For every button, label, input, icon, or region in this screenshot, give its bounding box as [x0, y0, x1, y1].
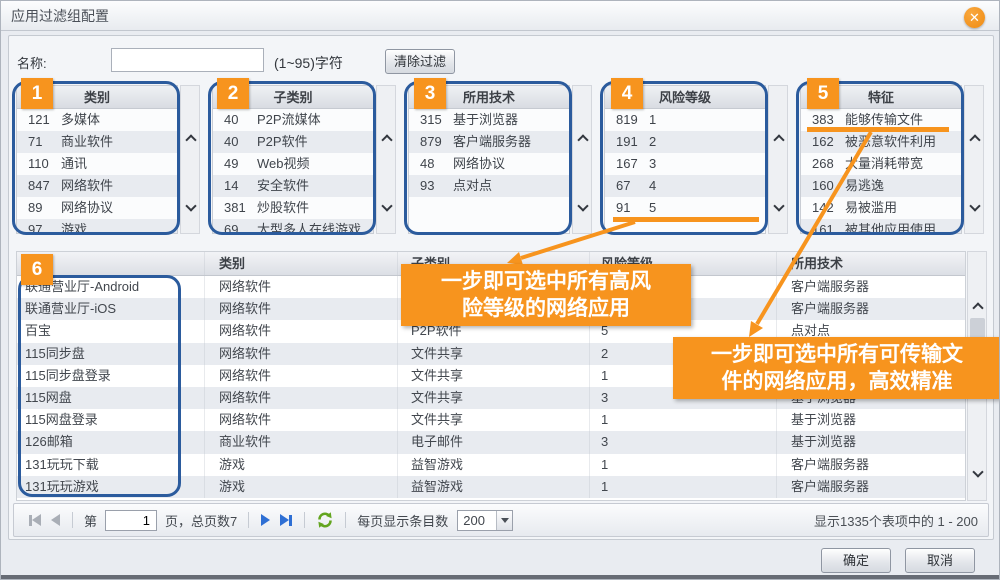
divider	[72, 512, 73, 528]
col-header-category[interactable]: 类别	[205, 252, 398, 275]
scroll-up-icon[interactable]	[381, 134, 392, 145]
list-item[interactable]: 1673	[605, 153, 765, 175]
scroll-down-icon[interactable]	[972, 466, 983, 477]
list-item[interactable]: 162被恶意软件利用	[801, 131, 961, 153]
refresh-icon	[316, 511, 334, 529]
list-item[interactable]: 847网络软件	[17, 175, 177, 197]
prev-page-button[interactable]	[51, 514, 60, 526]
list-item[interactable]: 110通讯	[17, 153, 177, 175]
cancel-button[interactable]: 取消	[905, 548, 975, 573]
list-item[interactable]: 315基于浏览器	[409, 109, 569, 131]
chevron-down-icon	[501, 518, 509, 523]
list-item[interactable]: 160易逃逸	[801, 175, 961, 197]
step-badge-5: 5	[807, 78, 839, 109]
list-item[interactable]: 381炒股软件	[213, 197, 373, 219]
col-header-technology[interactable]: 所用技术	[777, 252, 965, 275]
dropdown-button[interactable]	[496, 511, 512, 530]
name-label: 名称:	[17, 53, 47, 72]
divider	[248, 512, 249, 528]
prev-page-icon	[51, 514, 60, 526]
callout-feature-tip: 一步即可选中所有可传输文 件的网络应用，高效精准	[673, 337, 1000, 399]
callout-line: 一步即可选中所有高风	[403, 268, 689, 295]
list-item[interactable]: 48网络协议	[409, 153, 569, 175]
list-item[interactable]: 161被其他应用使用	[801, 219, 961, 234]
scroll-up-icon[interactable]	[972, 302, 983, 313]
list-item[interactable]: 383能够传输文件	[801, 109, 961, 131]
list-item[interactable]: 49Web视频	[213, 153, 373, 175]
window-bottom-edge	[1, 575, 999, 579]
list-item[interactable]: 142易被滥用	[801, 197, 961, 219]
list-item[interactable]: 268大量消耗带宽	[801, 153, 961, 175]
scroll-up-icon[interactable]	[969, 134, 980, 145]
name-input[interactable]	[111, 48, 264, 72]
next-page-button[interactable]	[261, 514, 270, 526]
page-label-suffix: 页，总页数7	[165, 511, 237, 530]
scroll-down-icon[interactable]	[969, 200, 980, 211]
list-item[interactable]: 40P2P流媒体	[213, 109, 373, 131]
next-page-icon	[261, 514, 270, 526]
risk-level-scrollbar[interactable]	[768, 85, 788, 234]
divider	[345, 512, 346, 528]
name-hint: (1~95)字符	[274, 53, 343, 73]
refresh-button[interactable]	[316, 511, 334, 529]
per-page-value: 200	[458, 513, 496, 528]
last-page-icon	[280, 514, 289, 526]
callout-line: 件的网络应用，高效精准	[675, 368, 999, 395]
pagination-bar: 第 页，总页数7 每页显示条目数 200 显示1335个表项中的 1 - 200	[13, 503, 989, 537]
callout-risk-tip: 一步即可选中所有高风 险等级的网络应用	[401, 264, 691, 326]
list-item[interactable]: 93点对点	[409, 175, 569, 197]
list-item[interactable]: 71商业软件	[17, 131, 177, 153]
divider	[304, 512, 305, 528]
list-item[interactable]: 14安全软件	[213, 175, 373, 197]
table-row[interactable]: 131玩玩游戏游戏益智游戏1客户端服务器	[17, 476, 965, 498]
dialog-title: 应用过滤组配置	[11, 1, 109, 31]
table-row[interactable]: 115网盘登录网络软件文件共享1基于浏览器	[17, 409, 965, 431]
step-badge-6: 6	[21, 254, 53, 285]
list-item[interactable]: 40P2P软件	[213, 131, 373, 153]
step-badge-3: 3	[414, 78, 446, 109]
close-icon: ✕	[969, 10, 980, 25]
list-item[interactable]: 879客户端服务器	[409, 131, 569, 153]
scroll-down-icon[interactable]	[773, 200, 784, 211]
scroll-down-icon[interactable]	[381, 200, 392, 211]
list-item[interactable]: 674	[605, 175, 765, 197]
page-label-prefix: 第	[84, 511, 97, 530]
table-row[interactable]: 126邮箱商业软件电子邮件3基于浏览器	[17, 431, 965, 453]
range-status-text: 显示1335个表项中的 1 - 200	[814, 511, 978, 530]
list-item[interactable]: 89网络协议	[17, 197, 177, 219]
scroll-down-icon[interactable]	[577, 200, 588, 211]
category-scrollbar[interactable]	[180, 85, 200, 234]
per-page-select[interactable]: 200	[457, 510, 513, 531]
step-badge-1: 1	[21, 78, 53, 109]
list-item[interactable]: 121多媒体	[17, 109, 177, 131]
step-badge-4: 4	[611, 78, 643, 109]
page-input[interactable]	[105, 510, 157, 531]
technology-scrollbar[interactable]	[572, 85, 592, 234]
clear-filter-button[interactable]: 清除过滤	[385, 49, 455, 74]
callout-line: 一步即可选中所有可传输文	[675, 341, 999, 368]
last-page-button[interactable]	[280, 514, 292, 526]
app-filter-group-dialog: 应用过滤组配置 ✕ 名称: (1~95)字符 清除过滤 类别 121多媒体 71…	[0, 0, 1000, 580]
scroll-down-icon[interactable]	[185, 200, 196, 211]
scroll-up-icon[interactable]	[185, 134, 196, 145]
subcategory-scrollbar[interactable]	[376, 85, 396, 234]
list-item[interactable]: 69大型多人在线游戏	[213, 219, 373, 234]
callout-line: 险等级的网络应用	[403, 295, 689, 322]
list-item[interactable]: 915	[605, 197, 765, 219]
list-item[interactable]: 97游戏	[17, 219, 177, 234]
table-row[interactable]: 131玩玩下载游戏益智游戏1客户端服务器	[17, 454, 965, 476]
ok-button[interactable]: 确定	[821, 548, 891, 573]
close-button[interactable]: ✕	[964, 7, 985, 28]
list-item[interactable]: 8191	[605, 109, 765, 131]
title-bar: 应用过滤组配置 ✕	[1, 1, 999, 31]
scroll-up-icon[interactable]	[577, 134, 588, 145]
scroll-up-icon[interactable]	[773, 134, 784, 145]
first-page-button[interactable]	[29, 514, 41, 526]
step-badge-2: 2	[217, 78, 249, 109]
per-page-label: 每页显示条目数	[357, 511, 448, 530]
feature-scrollbar[interactable]	[964, 85, 984, 234]
list-item[interactable]: 1912	[605, 131, 765, 153]
